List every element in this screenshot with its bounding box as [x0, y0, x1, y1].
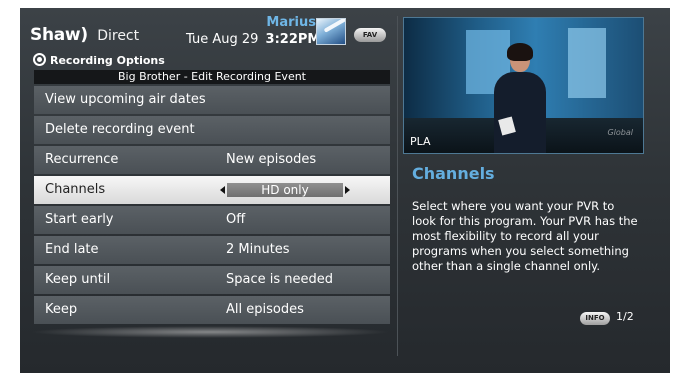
date: Tue Aug 29 [186, 32, 259, 47]
recording-options-menu: View upcoming air dates Delete recording… [34, 86, 390, 326]
info-description: Select where you want your PVR to look f… [412, 199, 638, 273]
menu-item-label: Delete recording event [45, 122, 195, 137]
logo-mark-icon: ) [80, 25, 89, 45]
panel-divider [397, 16, 398, 356]
user-name: Marius [266, 15, 316, 30]
info-button[interactable]: INFO [580, 312, 610, 325]
menu-item-label: End late [45, 242, 99, 257]
menu-item-channels[interactable]: Channels HD only [34, 176, 390, 204]
shaw-direct-logo: Shaw) Direct [30, 25, 139, 45]
menu-item-value: New episodes [226, 152, 317, 167]
host-hair [507, 43, 533, 61]
recording-event-title: Big Brother - Edit Recording Event [34, 70, 390, 84]
arrow-right-icon[interactable] [345, 186, 350, 194]
menu-bottom-glow [30, 326, 390, 338]
fav-button[interactable]: FAV [354, 28, 386, 42]
time: 3:22PM [265, 32, 321, 47]
brand-name: Shaw [30, 25, 81, 45]
arrow-left-icon[interactable] [220, 186, 225, 194]
section-title-label: Recording Options [50, 54, 165, 67]
preview-host [494, 43, 546, 153]
info-title: Channels [412, 164, 495, 183]
menu-item-value: Off [226, 212, 246, 227]
menu-item-label: View upcoming air dates [45, 92, 206, 107]
page-indicator: 1/2 [616, 310, 634, 323]
channel-badge: PLA [410, 135, 431, 148]
menu-item-value: 2 Minutes [226, 242, 290, 257]
menu-item-keep-until[interactable]: Keep until Space is needed [34, 266, 390, 294]
menu-item-value: All episodes [226, 302, 304, 317]
menu-item-label: Channels [45, 182, 106, 197]
menu-item-end-late[interactable]: End late 2 Minutes [34, 236, 390, 264]
comet-avatar-icon[interactable] [316, 18, 346, 45]
menu-item-delete-recording-event[interactable]: Delete recording event [34, 116, 390, 144]
channels-selected-value: HD only [227, 183, 343, 197]
brand-suffix: Direct [97, 28, 140, 44]
channels-selector[interactable]: HD only [220, 183, 350, 197]
network-watermark: Global [607, 128, 633, 137]
menu-item-keep[interactable]: Keep All episodes [34, 296, 390, 324]
preview-backdrop [568, 28, 606, 98]
menu-item-label: Keep until [45, 272, 111, 287]
menu-item-label: Start early [45, 212, 114, 227]
date-time: Tue Aug 29 3:22PM [186, 32, 320, 47]
menu-item-view-upcoming-air-dates[interactable]: View upcoming air dates [34, 86, 390, 114]
menu-item-recurrence[interactable]: Recurrence New episodes [34, 146, 390, 174]
record-icon [33, 53, 46, 66]
section-title: Recording Options [33, 53, 165, 67]
menu-item-start-early[interactable]: Start early Off [34, 206, 390, 234]
menu-item-label: Recurrence [45, 152, 119, 167]
menu-item-label: Keep [45, 302, 78, 317]
menu-item-value: Space is needed [226, 272, 334, 287]
live-tv-preview: PLA Global [403, 17, 644, 154]
host-body [494, 72, 546, 153]
